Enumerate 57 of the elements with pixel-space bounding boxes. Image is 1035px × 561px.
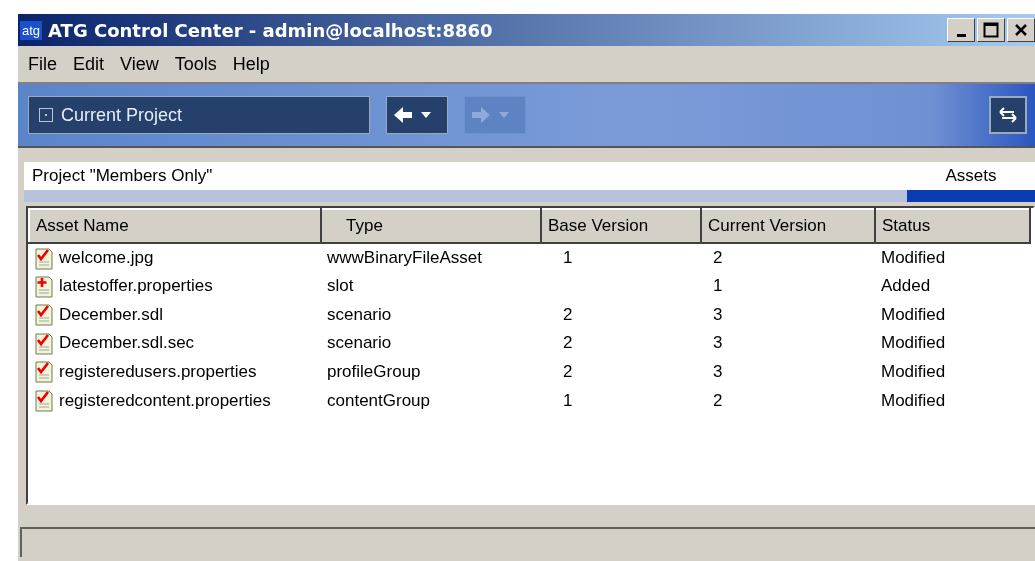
minimize-icon (956, 33, 966, 37)
asset-name[interactable]: registeredusers.properties (59, 361, 257, 381)
table-cell: scenario (327, 304, 392, 324)
column-header[interactable]: Status (875, 209, 1030, 243)
maximize-button[interactable] (977, 18, 1005, 42)
project-title: Project "Members Only" (32, 165, 213, 188)
app-logo: atg (20, 20, 43, 40)
right-arrow-icon (471, 106, 491, 124)
table-cell: Modified (881, 361, 946, 381)
column-header[interactable]: Asset Name (29, 209, 321, 243)
project-selector[interactable]: Current Project (28, 96, 370, 134)
table-cell: 2 (563, 361, 573, 381)
table-cell: 2 (563, 333, 573, 353)
left-arrow-icon (393, 106, 413, 124)
asset-name[interactable]: December.sdl (59, 304, 163, 324)
menu-item[interactable]: Help (226, 48, 276, 80)
minimize-button[interactable] (947, 18, 975, 42)
asset-name[interactable]: latestoffer.properties (59, 276, 213, 296)
asset-name[interactable]: welcome.jpg (59, 248, 154, 268)
table-cell: contentGroup (327, 390, 430, 410)
menu-item[interactable]: File (22, 48, 63, 80)
table-cell: 3 (713, 304, 723, 324)
menu-item[interactable]: View (114, 48, 165, 80)
close-icon (1014, 23, 1028, 37)
table-cell: Modified (881, 390, 946, 410)
close-button[interactable] (1007, 18, 1035, 42)
table-cell: Modified (881, 304, 946, 324)
table-cell: 2 (713, 390, 723, 410)
table-cell: wwwBinaryFileAsset (327, 248, 482, 268)
table-cell: 1 (563, 248, 573, 268)
back-button[interactable] (386, 96, 448, 134)
table-cell: 1 (563, 390, 573, 410)
table-cell: 3 (713, 333, 723, 353)
table-cell: Modified (881, 333, 946, 353)
table-cell: 2 (713, 248, 723, 268)
checkbox-icon (39, 108, 53, 122)
table-cell: Modified (881, 248, 946, 268)
table-cell: slot (327, 276, 354, 296)
caret-icon (499, 112, 509, 118)
menu-item[interactable]: Tools (168, 48, 223, 80)
maximize-icon (983, 22, 999, 38)
window-title: ATG Control Center - admin@localhost:8860 (48, 18, 493, 43)
table-cell: profileGroup (327, 361, 421, 381)
column-header[interactable]: Base Version (541, 209, 701, 243)
caret-icon (421, 112, 431, 118)
table-cell: 1 (713, 276, 723, 296)
refresh-button[interactable] (989, 96, 1027, 134)
column-header[interactable]: Type (321, 209, 541, 243)
table-cell: 3 (713, 361, 723, 381)
table-cell: scenario (327, 333, 392, 353)
project-selector-label: Current Project (61, 103, 183, 127)
asset-name[interactable]: December.sdl.sec (59, 333, 195, 353)
menu-item[interactable]: Edit (67, 48, 111, 80)
column-header[interactable]: Current Version (701, 209, 875, 243)
table-cell: Added (881, 276, 931, 296)
table-cell: 2 (563, 304, 573, 324)
asset-name[interactable]: registeredcontent.properties (59, 390, 271, 410)
